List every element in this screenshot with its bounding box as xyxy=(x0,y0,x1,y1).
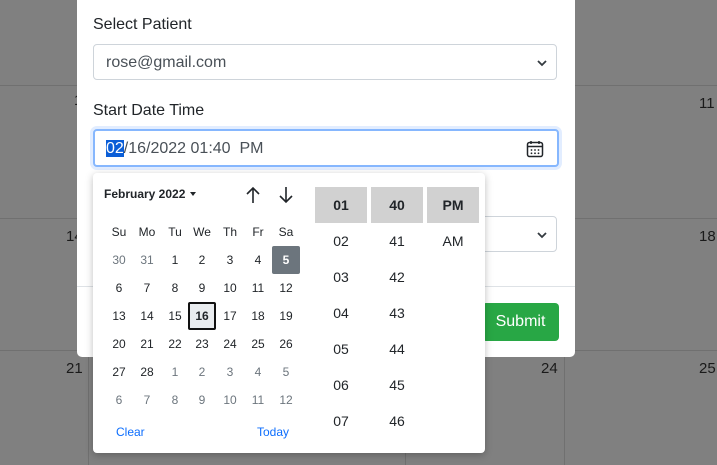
datetime-picker: February 2022 Su Mo Tu We Th Fr Sa 30 31 1 2 3 4 5 6 7… xyxy=(93,173,485,453)
calendar-day[interactable]: 18 xyxy=(244,302,272,330)
calendar-day-number: 21 xyxy=(66,360,83,377)
submit-button[interactable]: Submit xyxy=(482,303,559,341)
meridiem-option[interactable]: AM xyxy=(427,223,479,259)
calendar-day[interactable]: 5 xyxy=(272,358,300,386)
calendar-day[interactable]: 12 xyxy=(272,274,300,302)
meridiem-option-selected[interactable]: PM xyxy=(427,187,479,223)
hour-option[interactable]: 07 xyxy=(315,403,367,439)
arrow-up-icon[interactable] xyxy=(244,185,262,205)
hour-option[interactable]: 06 xyxy=(315,367,367,403)
today-button[interactable]: Today xyxy=(257,425,289,439)
calendar-day[interactable]: 3 xyxy=(216,358,244,386)
minute-option[interactable]: 46 xyxy=(371,403,423,439)
calendar-day[interactable]: 8 xyxy=(161,274,189,302)
calendar-day[interactable]: 21 xyxy=(133,330,161,358)
calendar-day[interactable]: 5 xyxy=(272,246,300,274)
minute-option[interactable]: 43 xyxy=(371,295,423,331)
weekday-label: Sa xyxy=(278,225,294,239)
minute-option[interactable]: 41 xyxy=(371,223,423,259)
hour-option-selected[interactable]: 01 xyxy=(315,187,367,223)
calendar-day[interactable]: 3 xyxy=(216,246,244,274)
minute-option[interactable]: 42 xyxy=(371,259,423,295)
calendar-day[interactable]: 25 xyxy=(244,330,272,358)
calendar-day[interactable]: 2 xyxy=(188,246,216,274)
calendar-day[interactable]: 7 xyxy=(133,274,161,302)
hour-option[interactable]: 03 xyxy=(315,259,367,295)
weekday-label: Su xyxy=(111,225,127,239)
calendar-day[interactable]: 14 xyxy=(133,302,161,330)
calendar-day[interactable]: 10 xyxy=(216,386,244,414)
calendar-day[interactable]: 13 xyxy=(105,302,133,330)
datetime-rest: /16/2022 01:40 PM xyxy=(123,140,264,157)
weekday-label: Th xyxy=(222,225,237,239)
month-segment-selected[interactable]: 02 xyxy=(106,140,124,157)
calendar-day[interactable]: 8 xyxy=(161,386,189,414)
calendar-day[interactable]: 20 xyxy=(105,330,133,358)
calendar-day-number: 24 xyxy=(541,360,558,377)
calendar-day[interactable]: 19 xyxy=(272,302,300,330)
calendar-day[interactable]: 7 xyxy=(133,386,161,414)
calendar-day[interactable]: 9 xyxy=(188,274,216,302)
hour-option[interactable]: 04 xyxy=(315,295,367,331)
weekday-label: Tu xyxy=(168,225,182,239)
calendar-day-number: 11 xyxy=(699,95,715,112)
hour-option[interactable]: 02 xyxy=(315,223,367,259)
calendar-day[interactable]: 2 xyxy=(188,358,216,386)
minute-option[interactable]: 44 xyxy=(371,331,423,367)
patient-select[interactable]: rose@gmail.com xyxy=(93,44,557,80)
calendar-day[interactable]: 17 xyxy=(216,302,244,330)
calendar-day[interactable]: 26 xyxy=(272,330,300,358)
calendar-day[interactable]: 27 xyxy=(105,358,133,386)
calendar-day[interactable]: 15 xyxy=(161,302,189,330)
start-datetime-input[interactable]: 02/16/2022 01:40 PM xyxy=(93,129,559,167)
chevron-down-icon xyxy=(537,232,547,239)
minute-option[interactable]: 45 xyxy=(371,367,423,403)
calendar-day[interactable]: 11 xyxy=(244,386,272,414)
minute-option-selected[interactable]: 40 xyxy=(371,187,423,223)
calendar-day-number: 25 xyxy=(699,360,716,377)
clear-button[interactable]: Clear xyxy=(116,425,145,439)
month-switch[interactable]: February 2022 xyxy=(104,187,185,201)
calendar-day[interactable]: 4 xyxy=(244,358,272,386)
calendar-day[interactable]: 9 xyxy=(188,386,216,414)
patient-select-value: rose@gmail.com xyxy=(106,54,227,71)
calendar-day[interactable]: 28 xyxy=(133,358,161,386)
weekday-label: We xyxy=(193,225,211,239)
calendar-day[interactable]: 6 xyxy=(105,274,133,302)
start-datetime-label: Start Date Time xyxy=(93,102,205,119)
calendar-day[interactable]: 16 xyxy=(188,302,216,330)
arrow-down-icon[interactable] xyxy=(277,185,295,205)
calendar-day[interactable]: 10 xyxy=(216,274,244,302)
calendar-day[interactable]: 23 xyxy=(188,330,216,358)
calendar-day[interactable]: 1 xyxy=(161,246,189,274)
calendar-day[interactable]: 6 xyxy=(105,386,133,414)
caret-down-icon[interactable] xyxy=(190,192,196,196)
calendar-day[interactable]: 22 xyxy=(161,330,189,358)
patient-label: Select Patient xyxy=(93,16,192,33)
calendar-day[interactable]: 1 xyxy=(161,358,189,386)
start-datetime-value: 02/16/2022 01:40 PM xyxy=(106,140,263,158)
weekday-label: Fr xyxy=(252,225,264,239)
calendar-day-number: 18 xyxy=(699,228,716,245)
calendar-icon[interactable] xyxy=(526,140,544,158)
chevron-down-icon xyxy=(537,60,547,67)
calendar-day[interactable]: 12 xyxy=(272,386,300,414)
calendar-day[interactable]: 24 xyxy=(216,330,244,358)
calendar-day[interactable]: 4 xyxy=(244,246,272,274)
calendar-day[interactable]: 30 xyxy=(105,246,133,274)
calendar-day[interactable]: 31 xyxy=(133,246,161,274)
hour-option[interactable]: 05 xyxy=(315,331,367,367)
calendar-day[interactable]: 11 xyxy=(244,274,272,302)
weekday-label: Mo xyxy=(138,225,156,239)
